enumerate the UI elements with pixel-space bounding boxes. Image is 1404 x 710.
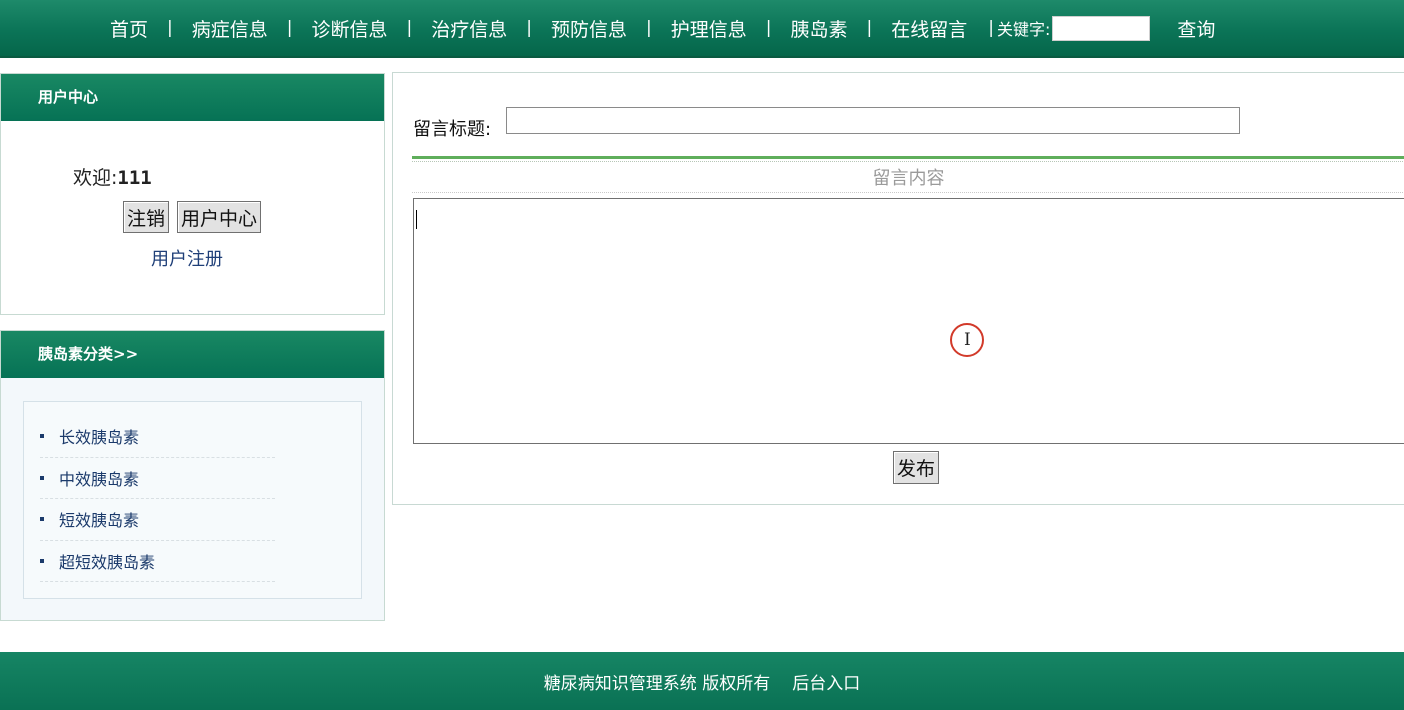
keyword-label: 关键字:: [997, 20, 1051, 39]
category-item-long-acting[interactable]: 长效胰岛素: [40, 416, 275, 458]
user-center-panel: 用户中心 欢迎:111 注销 用户中心 用户注册: [0, 73, 385, 315]
category-item-ultra-short-acting[interactable]: 超短效胰岛素: [40, 541, 275, 582]
message-content-label: 留言内容: [872, 168, 945, 189]
register-link[interactable]: 用户注册: [151, 245, 223, 271]
category-item-short-acting[interactable]: 短效胰岛素: [40, 499, 275, 541]
message-content-textarea[interactable]: [413, 198, 1404, 444]
nav-nursing[interactable]: 护理信息: [671, 15, 747, 42]
nav-separator: |: [988, 18, 994, 38]
category-label: 长效胰岛素: [59, 428, 140, 448]
nav-insulin[interactable]: 胰岛素: [791, 15, 848, 42]
search-button[interactable]: 查询: [1177, 15, 1215, 42]
bullet-icon: [40, 434, 44, 439]
nav-separator: |: [765, 18, 772, 38]
nav-online-message[interactable]: 在线留言: [891, 15, 967, 42]
category-label: 中效胰岛素: [59, 469, 140, 489]
nav-prevention[interactable]: 预防信息: [551, 15, 627, 42]
logout-button[interactable]: 注销: [123, 201, 170, 233]
nav-separator: |: [646, 18, 652, 38]
user-center-header: 用户中心: [1, 74, 384, 121]
category-item-intermediate-acting[interactable]: 中效胰岛素: [40, 458, 275, 499]
admin-entry-link[interactable]: 后台入口: [792, 669, 860, 694]
nav-separator: |: [167, 18, 173, 38]
text-caret: [416, 210, 417, 229]
top-nav-bar: 首页 | 病症信息 | 诊断信息 | 治疗信息 | 预防信息 | 护理信息 | …: [0, 0, 1404, 58]
copyright-text: 糖尿病知识管理系统 版权所有: [543, 673, 771, 694]
divider: [412, 192, 1404, 193]
keyword-input[interactable]: [1052, 15, 1151, 41]
username: 111: [117, 167, 152, 189]
nav-menu: 首页 | 病症信息 | 诊断信息 | 治疗信息 | 预防信息 | 护理信息 | …: [110, 0, 1215, 56]
message-title-input[interactable]: [506, 107, 1240, 134]
welcome-text: 欢迎:111: [73, 163, 152, 190]
category-box: 长效胰岛素 中效胰岛素 短效胰岛素 超短效胰岛素: [23, 401, 362, 599]
message-form-panel: 留言标题: 留言内容 发布: [392, 72, 1404, 505]
nav-home[interactable]: 首页: [110, 15, 148, 42]
message-title-label: 留言标题:: [413, 119, 492, 140]
bullet-icon: [40, 558, 44, 563]
nav-treatment[interactable]: 治疗信息: [431, 15, 507, 42]
user-buttons: 注销 用户中心: [123, 201, 262, 233]
category-label: 短效胰岛素: [59, 511, 140, 531]
user-center-button[interactable]: 用户中心: [177, 201, 262, 233]
bullet-icon: [40, 517, 44, 522]
nav-separator: |: [866, 18, 873, 38]
insulin-category-header: 胰岛素分类>>: [1, 331, 384, 378]
divider: [412, 161, 1404, 162]
welcome-label: 欢迎:: [73, 167, 118, 189]
publish-button[interactable]: 发布: [893, 451, 940, 484]
insulin-category-panel: 胰岛素分类>> 长效胰岛素 中效胰岛素 短效胰岛素 超短效胰岛素: [0, 330, 385, 621]
nav-separator: |: [286, 18, 293, 38]
user-center-body: 欢迎:111 注销 用户中心 用户注册: [1, 121, 384, 314]
footer: 糖尿病知识管理系统 版权所有 后台入口: [0, 652, 1404, 710]
i-beam-cursor-icon: I: [964, 330, 971, 350]
nav-symptoms[interactable]: 病症信息: [192, 15, 268, 42]
bullet-icon: [40, 475, 44, 480]
nav-diagnosis[interactable]: 诊断信息: [312, 15, 388, 42]
category-label: 超短效胰岛素: [59, 552, 156, 572]
nav-separator: |: [526, 18, 532, 38]
nav-separator: |: [406, 18, 413, 38]
divider: [412, 156, 1404, 159]
category-list: 长效胰岛素 中效胰岛素 短效胰岛素 超短效胰岛素: [40, 416, 275, 582]
